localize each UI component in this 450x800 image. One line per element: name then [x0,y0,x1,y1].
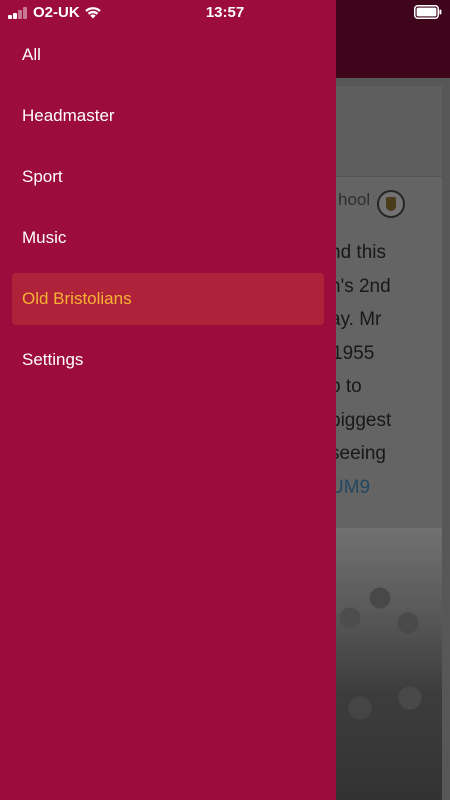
drawer-item-label: Sport [22,167,63,186]
drawer-item-label: Headmaster [22,106,115,125]
drawer-item-sport[interactable]: Sport [12,151,324,203]
battery-icon [414,5,442,19]
drawer-item-all[interactable]: All [12,29,324,81]
screen: hool nd this h's 2nd ay. Mr 1955 p to bi… [0,0,450,800]
drawer-item-headmaster[interactable]: Headmaster [12,90,324,142]
drawer-item-label: Settings [22,350,84,369]
drawer-item-label: Old Bristolians [22,289,132,308]
drawer-item-old-bristolians[interactable]: Old Bristolians [12,273,324,325]
drawer-item-settings[interactable]: Settings [12,334,324,386]
navigation-drawer: All Headmaster Sport Music Old Bristolia… [0,0,336,800]
status-bar: O2-UK 13:57 [0,0,450,26]
drawer-item-label: All [22,45,41,64]
drawer-item-music[interactable]: Music [12,212,324,264]
drawer-menu: All Headmaster Sport Music Old Bristolia… [0,29,336,395]
clock: 13:57 [205,4,245,21]
drawer-item-label: Music [22,228,67,247]
